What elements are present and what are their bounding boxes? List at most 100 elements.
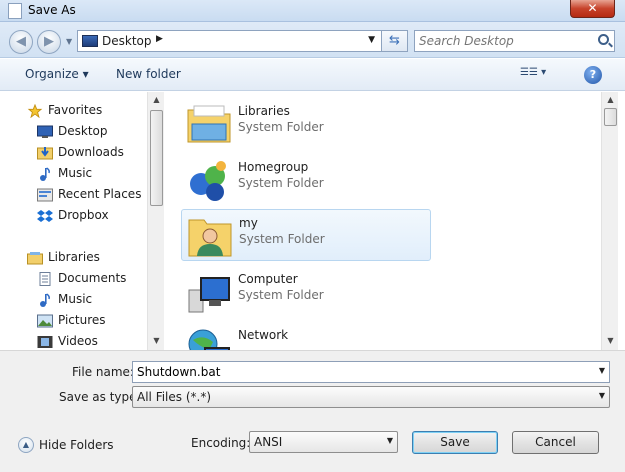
file-type: System Folder (238, 176, 324, 190)
sidebar-item-music[interactable]: Music (0, 164, 147, 184)
change-view-button[interactable]: ☰☰ ▾ (520, 67, 560, 85)
file-list: Libraries System Folder Homegroup System… (165, 92, 601, 350)
file-name: Libraries (238, 104, 290, 118)
file-item-computer[interactable]: Computer System Folder (181, 266, 431, 318)
file-name: Homegroup (238, 160, 309, 174)
user-folder-icon (188, 219, 232, 257)
encoding-select[interactable]: ANSI ▼ (249, 431, 398, 453)
file-item-libraries[interactable]: Libraries System Folder (181, 98, 431, 150)
sidebar-item-documents[interactable]: Documents (0, 269, 147, 289)
file-list-scrollbar[interactable]: ▲ ▼ (601, 92, 618, 350)
command-bar: Organize ▾ New folder ☰☰ ▾ ? (0, 59, 625, 91)
desktop-icon (82, 35, 98, 47)
search-icon[interactable] (598, 34, 609, 45)
sidebar-item-desktop[interactable]: Desktop (0, 122, 147, 142)
videos-icon (37, 336, 53, 348)
file-name-label: File name: (72, 365, 134, 379)
file-item-network[interactable]: Network (181, 322, 431, 350)
sidebar-item-label: Downloads (58, 145, 124, 159)
forward-button[interactable]: ▶ (37, 30, 61, 54)
scrollbar-thumb[interactable] (604, 108, 617, 126)
sidebar-item-label: Desktop (58, 124, 108, 138)
file-type: System Folder (238, 120, 324, 134)
sidebar-item-label: Documents (58, 271, 127, 285)
scroll-up-icon[interactable]: ▲ (148, 92, 165, 108)
breadcrumb-chevron-icon[interactable]: ▶ (156, 34, 163, 44)
scroll-down-icon[interactable]: ▼ (148, 333, 165, 349)
address-bar[interactable]: Desktop ▶ ▼ (77, 30, 382, 52)
downloads-icon (37, 147, 53, 160)
save-type-select[interactable]: All Files (*.*) ▼ (132, 386, 610, 408)
close-button[interactable]: ✕ (570, 0, 615, 18)
file-item-homegroup[interactable]: Homegroup System Folder (181, 154, 431, 206)
encoding-label: Encoding: (191, 436, 251, 450)
sidebar-item-favorites[interactable]: Favorites (0, 101, 147, 121)
sidebar-item-dropbox[interactable]: Dropbox (0, 206, 147, 226)
documents-icon (39, 272, 51, 286)
libraries-folder-icon (187, 105, 231, 143)
address-dropdown-icon[interactable]: ▼ (368, 35, 375, 45)
sidebar-item-pictures[interactable]: Pictures (0, 311, 147, 331)
file-item-my[interactable]: my System Folder (181, 209, 431, 261)
save-type-label: Save as type: (59, 390, 141, 404)
sidebar-item-downloads[interactable]: Downloads (0, 143, 147, 163)
libraries-icon (27, 252, 43, 265)
file-type: System Folder (239, 232, 325, 246)
window-title: Save As (28, 3, 76, 17)
star-icon (27, 104, 43, 118)
desktop-icon (37, 125, 53, 138)
computer-icon (188, 277, 230, 313)
help-button[interactable]: ? (584, 66, 602, 84)
sidebar-item-label: Recent Places (58, 187, 142, 201)
chevron-up-icon: ▲ (18, 437, 34, 453)
back-button[interactable]: ◀ (9, 30, 33, 54)
homegroup-icon (190, 161, 226, 201)
file-name: Network (238, 328, 289, 342)
chevron-down-icon[interactable]: ▼ (599, 366, 605, 375)
navigation-bar: ◀ ▶ ▼ Desktop ▶ ▼ ⇆ (0, 22, 625, 58)
cancel-button[interactable]: Cancel (512, 431, 599, 454)
sidebar-item-libraries[interactable]: Libraries (0, 248, 147, 268)
chevron-down-icon[interactable]: ▼ (387, 436, 393, 445)
sidebar-item-music[interactable]: Music (0, 290, 147, 310)
scroll-down-icon[interactable]: ▼ (602, 333, 619, 349)
sidebar-item-label: Videos (58, 334, 98, 348)
file-name: my (239, 216, 258, 230)
sidebar-item-label: Dropbox (58, 208, 109, 222)
file-name-combo[interactable]: ▼ (132, 361, 610, 383)
notepad-icon (8, 3, 22, 19)
network-icon (188, 329, 230, 350)
navigation-pane-scrollbar[interactable]: ▲ ▼ (147, 92, 164, 350)
dropbox-icon (37, 210, 53, 222)
file-type: System Folder (238, 288, 324, 302)
music-icon (40, 293, 50, 307)
save-button[interactable]: Save (412, 431, 498, 454)
sidebar-item-label: Favorites (48, 103, 103, 117)
sidebar-item-label: Pictures (58, 313, 106, 327)
file-name-field[interactable] (137, 364, 577, 380)
scrollbar-thumb[interactable] (150, 110, 163, 206)
hide-folders-label: Hide Folders (39, 438, 114, 452)
search-box[interactable] (414, 30, 615, 52)
save-form: File name: ▼ Save as type: All Files (*.… (0, 350, 625, 472)
sidebar-item-recent-places[interactable]: Recent Places (0, 185, 147, 205)
search-input[interactable] (419, 33, 589, 49)
new-folder-button[interactable]: New folder (116, 67, 181, 81)
title-bar: Save As ✕ (0, 0, 625, 22)
refresh-button[interactable]: ⇆ (382, 30, 408, 52)
sidebar-item-label: Music (58, 292, 93, 306)
address-location[interactable]: Desktop (102, 34, 152, 48)
chevron-down-icon[interactable]: ▼ (599, 391, 605, 400)
music-icon (40, 167, 50, 181)
file-name: Computer (238, 272, 298, 286)
navigation-pane: Favorites Desktop Downloads Music Recent… (0, 92, 147, 350)
sidebar-item-videos[interactable]: Videos (0, 332, 147, 350)
sidebar-item-label: Music (58, 166, 93, 180)
scroll-up-icon[interactable]: ▲ (602, 92, 619, 108)
pictures-icon (37, 314, 53, 328)
sidebar-item-label: Libraries (48, 250, 100, 264)
recent-pages-dropdown[interactable]: ▼ (66, 37, 72, 46)
save-type-value: All Files (*.*) (137, 390, 212, 404)
organize-button[interactable]: Organize ▾ (25, 67, 89, 81)
encoding-value: ANSI (254, 435, 283, 449)
